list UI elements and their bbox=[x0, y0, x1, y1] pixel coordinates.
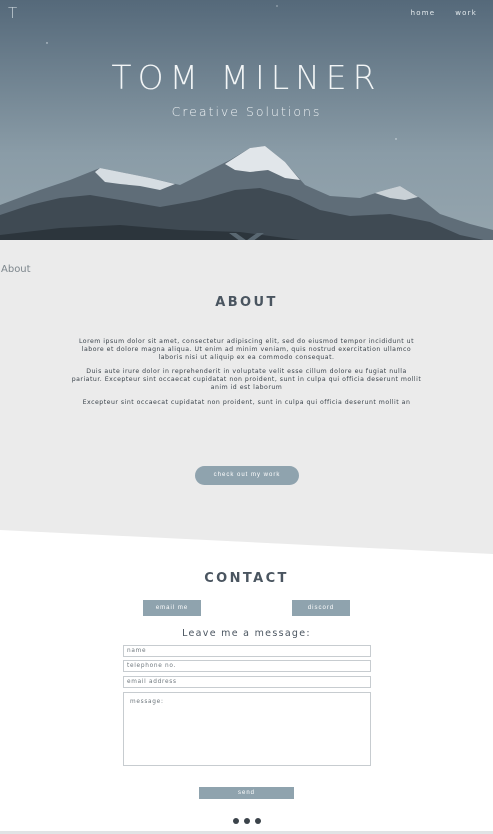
nav-home-link[interactable]: home bbox=[411, 9, 436, 17]
hero-banner: T home work TOM MILNER Creative Solution… bbox=[0, 0, 493, 280]
message-textarea[interactable]: message: bbox=[123, 692, 371, 766]
top-nav: home work bbox=[411, 9, 477, 17]
about-anchor-link[interactable]: About bbox=[1, 264, 31, 275]
send-button[interactable]: send bbox=[199, 787, 294, 799]
name-field[interactable]: name bbox=[123, 645, 371, 657]
discord-button[interactable]: discord bbox=[292, 600, 350, 616]
dot-icon bbox=[244, 818, 250, 824]
email-me-button[interactable]: email me bbox=[143, 600, 201, 616]
telephone-field[interactable]: telephone no. bbox=[123, 660, 371, 672]
about-heading: ABOUT bbox=[215, 295, 278, 310]
contact-heading: CONTACT bbox=[204, 571, 289, 586]
dot-icon bbox=[233, 818, 239, 824]
email-field[interactable]: email address bbox=[123, 676, 371, 688]
hero-subtitle: Creative Solutions bbox=[171, 104, 322, 119]
hero-title: TOM MILNER bbox=[111, 58, 382, 97]
about-paragraph: Duis aute irure dolor in reprehenderit i… bbox=[71, 368, 422, 391]
about-paragraph: Lorem ipsum dolor sit amet, consectetur … bbox=[78, 338, 415, 361]
nav-work-link[interactable]: work bbox=[455, 9, 477, 17]
logo[interactable]: T bbox=[8, 4, 17, 22]
dot-icon bbox=[255, 818, 261, 824]
leave-message-label: Leave me a message: bbox=[182, 628, 311, 639]
about-text: Lorem ipsum dolor sit amet, consectetur … bbox=[70, 338, 423, 414]
check-out-work-button[interactable]: check out my work bbox=[195, 466, 299, 485]
pagination-dots bbox=[233, 818, 261, 824]
about-paragraph: Excepteur sint occaecat cupidatat non pr… bbox=[82, 398, 411, 406]
